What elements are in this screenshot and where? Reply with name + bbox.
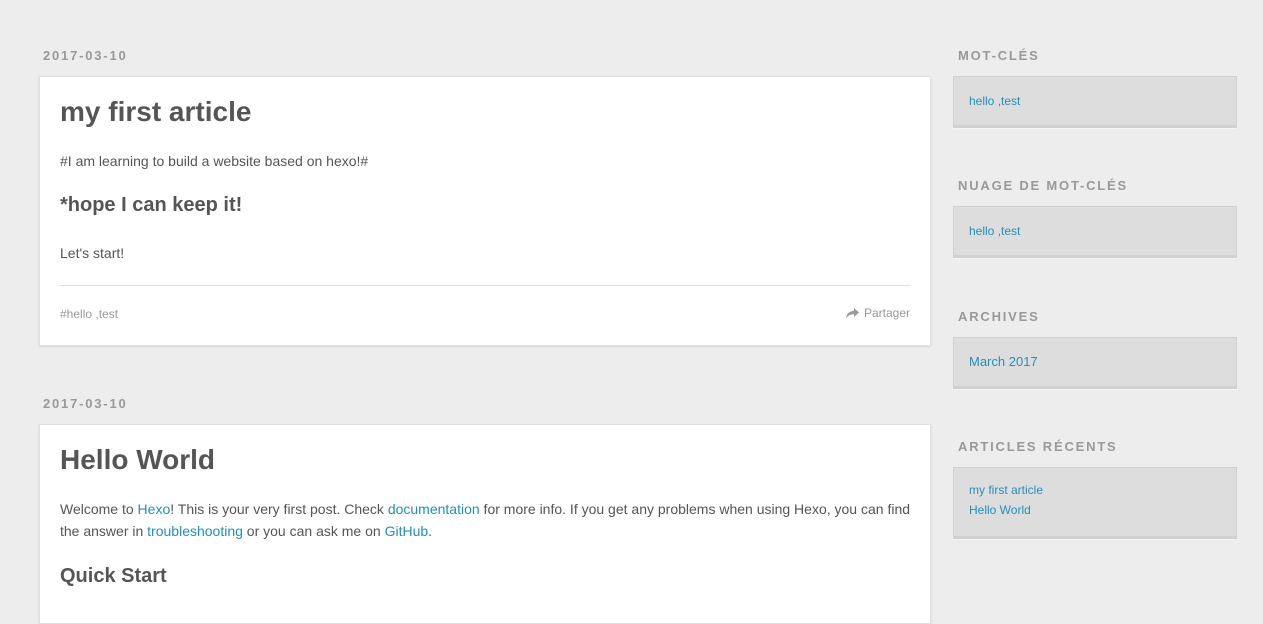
article-heading: Quick Start <box>60 565 167 587</box>
widget-title-recent-posts: ARTICLES RÉCENTS <box>958 439 1118 454</box>
share-label: Partager <box>863 306 910 320</box>
tag-link[interactable]: hello ,test <box>969 91 1221 111</box>
post-date[interactable]: 2017-03-10 <box>39 48 128 63</box>
article-paragraph: #I am learning to build a website based … <box>60 153 369 169</box>
article-divider <box>60 285 910 286</box>
tagcloud-link[interactable]: hello ,test <box>969 221 1221 241</box>
article-tag-link[interactable]: #hello ,test <box>60 307 118 321</box>
text: . <box>428 523 433 539</box>
troubleshooting-link[interactable]: troubleshooting <box>147 523 243 539</box>
article-title[interactable]: Hello World <box>60 445 215 475</box>
share-button[interactable]: Partager <box>845 306 910 320</box>
widget-tags: hello ,test <box>953 76 1237 128</box>
text: or you can ask me on <box>242 523 385 539</box>
widget-title-tagcloud: NUAGE DE MOT-CLÉS <box>958 178 1128 193</box>
article-paragraph: Welcome to Hexo! This is your very first… <box>60 498 910 542</box>
hexo-link[interactable]: Hexo <box>138 501 171 517</box>
github-link[interactable]: GitHub <box>385 523 429 539</box>
recent-post-link[interactable]: my first article <box>969 480 1221 500</box>
archive-link[interactable]: March 2017 <box>969 352 1221 372</box>
article-card: Hello World Welcome to Hexo! This is you… <box>39 424 931 624</box>
article-title[interactable]: my first article <box>60 97 910 127</box>
share-arrow-icon <box>845 307 859 318</box>
article-card: my first article #I am learning to build… <box>39 76 931 346</box>
widget-title-tags: MOT-CLÉS <box>958 48 1040 63</box>
article-paragraph: Let's start! <box>60 245 125 261</box>
text: ! This is your very first post. Check <box>170 501 388 517</box>
post-date[interactable]: 2017-03-10 <box>39 396 128 411</box>
text: Welcome to <box>60 501 138 517</box>
widget-tagcloud: hello ,test <box>953 206 1237 258</box>
widget-title-archives: ARCHIVES <box>958 309 1040 324</box>
documentation-link[interactable]: documentation <box>388 501 480 517</box>
article-heading: *hope I can keep it! <box>60 194 243 216</box>
recent-post-link[interactable]: Hello World <box>969 500 1221 520</box>
widget-recent-posts: my first article Hello World <box>953 467 1237 539</box>
widget-archives: March 2017 <box>953 337 1237 389</box>
